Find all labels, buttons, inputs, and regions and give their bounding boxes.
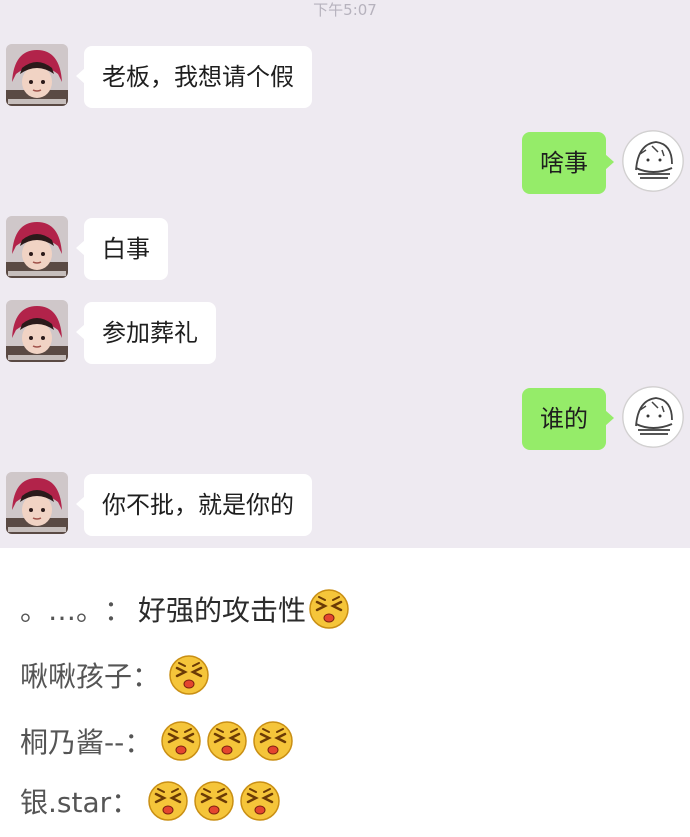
angry-face-icon — [252, 720, 294, 762]
chat-area: 下午5:07 老板，我想请个假 啥事 白事 参加葬礼 谁的 你不批，就是你的 — [0, 0, 690, 548]
angry-face-icon — [206, 720, 248, 762]
angry-face-icon — [308, 588, 350, 630]
comment-item[interactable]: 啾啾孩子 ： — [20, 650, 214, 700]
message-bubble-left[interactable]: 老板，我想请个假 — [76, 46, 312, 108]
comment-separator: ： — [132, 660, 161, 693]
timestamp: 下午5:07 — [313, 1, 377, 19]
comment-author[interactable]: 银.star — [20, 781, 111, 821]
comment-author[interactable]: 啾啾孩子 — [20, 655, 132, 695]
comment-item[interactable]: 。…。 ： 好强的攻击性 — [20, 584, 354, 634]
message-bubble-left[interactable]: 参加葬礼 — [76, 302, 216, 364]
message-bubble-left[interactable]: 你不批，就是你的 — [76, 474, 312, 536]
comment-author[interactable]: 。…。 — [20, 589, 104, 629]
message-bubble-right[interactable]: 啥事 — [522, 132, 614, 194]
comment-item[interactable]: 银.star ： — [20, 776, 285, 826]
sketch-avatar-icon[interactable] — [622, 386, 684, 448]
comments-section: 。…。 ： 好强的攻击性 啾啾孩子 ： 桐乃酱-- ： 银.star ： — [0, 562, 690, 837]
angry-face-icon — [160, 720, 202, 762]
comment-separator: ： — [104, 594, 133, 627]
girl-avatar-icon[interactable] — [6, 472, 68, 534]
girl-avatar-icon[interactable] — [6, 300, 68, 362]
angry-face-icon — [168, 654, 210, 696]
angry-face-icon — [239, 780, 281, 822]
message-bubble-right[interactable]: 谁的 — [522, 388, 614, 450]
angry-face-icon — [193, 780, 235, 822]
comment-separator: ： — [111, 786, 140, 819]
girl-avatar-icon[interactable] — [6, 216, 68, 278]
comment-item[interactable]: 桐乃酱-- ： — [20, 716, 298, 766]
comment-separator: ： — [124, 726, 153, 759]
girl-avatar-icon[interactable] — [6, 44, 68, 106]
message-bubble-left[interactable]: 白事 — [76, 218, 168, 280]
sketch-avatar-icon[interactable] — [622, 130, 684, 192]
comment-author[interactable]: 桐乃酱-- — [20, 721, 124, 761]
comment-text: 好强的攻击性 — [138, 594, 307, 627]
angry-face-icon — [147, 780, 189, 822]
